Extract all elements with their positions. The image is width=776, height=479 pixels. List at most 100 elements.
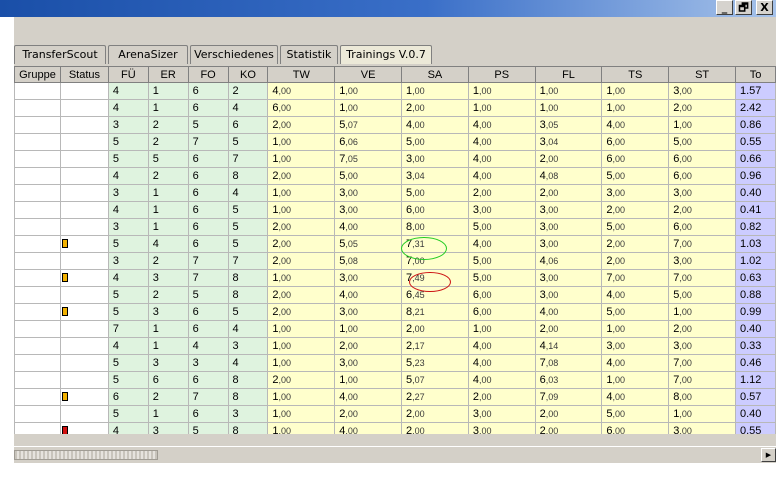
tab-arenasizer[interactable]: ArenaSizer bbox=[108, 45, 188, 64]
cell-status[interactable] bbox=[59, 320, 109, 338]
cell-fo[interactable]: 5 bbox=[187, 422, 229, 434]
cell-to[interactable]: 0.88 bbox=[735, 286, 776, 304]
cell-status[interactable] bbox=[59, 218, 109, 236]
column-header-ko[interactable]: KO bbox=[227, 66, 269, 83]
cell-fl[interactable]: 4,14 bbox=[534, 337, 603, 355]
cell-fo[interactable]: 6 bbox=[187, 99, 229, 117]
cell-sa[interactable]: 1,00 bbox=[401, 82, 469, 100]
cell-ps[interactable]: 6,00 bbox=[467, 286, 536, 304]
cell-fu[interactable]: 5 bbox=[107, 150, 149, 168]
cell-fu[interactable]: 3 bbox=[107, 218, 149, 236]
cell-ve[interactable]: 5,07 bbox=[334, 116, 403, 134]
cell-ts[interactable]: 4,00 bbox=[601, 116, 670, 134]
cell-fl[interactable]: 6,03 bbox=[534, 371, 603, 389]
cell-to[interactable]: 0.57 bbox=[735, 388, 776, 406]
cell-fo[interactable]: 6 bbox=[187, 320, 229, 338]
cell-fl[interactable]: 4,06 bbox=[534, 252, 603, 270]
table-row[interactable]: 6 2 7 8 1,00 4,00 2,27 2,00 7,09 4,00 8,00 0.57 bbox=[14, 388, 776, 406]
cell-to[interactable]: 0.82 bbox=[735, 218, 776, 236]
cell-tw[interactable]: 6,00 bbox=[267, 99, 336, 117]
cell-st[interactable]: 5,00 bbox=[668, 133, 736, 151]
cell-sa[interactable]: 5,23 bbox=[401, 354, 469, 372]
cell-ts[interactable]: 2,00 bbox=[601, 235, 670, 253]
cell-er[interactable]: 2 bbox=[147, 252, 189, 270]
cell-ko[interactable]: 5 bbox=[227, 133, 269, 151]
cell-gruppe[interactable] bbox=[14, 167, 61, 185]
column-header-er[interactable]: ER bbox=[147, 66, 189, 83]
cell-gruppe[interactable] bbox=[14, 371, 61, 389]
cell-fo[interactable]: 7 bbox=[187, 269, 229, 287]
cell-fo[interactable]: 6 bbox=[187, 405, 229, 423]
cell-fu[interactable]: 4 bbox=[107, 337, 149, 355]
cell-ts[interactable]: 6,00 bbox=[601, 422, 670, 434]
cell-ts[interactable]: 6,00 bbox=[601, 150, 670, 168]
cell-fl[interactable]: 1,00 bbox=[534, 99, 603, 117]
cell-ko[interactable]: 8 bbox=[227, 422, 269, 434]
cell-fl[interactable]: 2,00 bbox=[534, 320, 603, 338]
cell-gruppe[interactable] bbox=[14, 82, 61, 100]
cell-st[interactable]: 3,00 bbox=[668, 252, 736, 270]
cell-sa[interactable]: 8,21 bbox=[401, 303, 469, 321]
cell-er[interactable]: 2 bbox=[147, 286, 189, 304]
cell-ve[interactable]: 4,00 bbox=[334, 388, 403, 406]
cell-ko[interactable]: 4 bbox=[227, 320, 269, 338]
cell-fl[interactable]: 4,00 bbox=[534, 303, 603, 321]
table-row[interactable]: 4 1 6 2 4,00 1,00 1,00 1,00 1,00 1,00 3,00 1.57 bbox=[14, 82, 776, 100]
cell-ko[interactable]: 8 bbox=[227, 269, 269, 287]
cell-fo[interactable]: 6 bbox=[187, 201, 229, 219]
cell-er[interactable]: 2 bbox=[147, 167, 189, 185]
cell-er[interactable]: 3 bbox=[147, 422, 189, 434]
cell-st[interactable]: 8,00 bbox=[668, 388, 736, 406]
cell-st[interactable]: 3,00 bbox=[668, 82, 736, 100]
cell-status[interactable] bbox=[59, 252, 109, 270]
cell-ts[interactable]: 1,00 bbox=[601, 99, 670, 117]
cell-gruppe[interactable] bbox=[14, 320, 61, 338]
cell-to[interactable]: 1.57 bbox=[735, 82, 776, 100]
cell-to[interactable]: 0.40 bbox=[735, 184, 776, 202]
cell-tw[interactable]: 1,00 bbox=[267, 201, 336, 219]
table-row[interactable]: 4 3 7 8 1,00 3,00 7,49 5,00 3,00 7,00 7,00 0.63 bbox=[14, 269, 776, 287]
cell-ko[interactable]: 8 bbox=[227, 371, 269, 389]
cell-tw[interactable]: 2,00 bbox=[267, 371, 336, 389]
cell-gruppe[interactable] bbox=[14, 354, 61, 372]
cell-sa[interactable]: 2,00 bbox=[401, 99, 469, 117]
cell-fl[interactable]: 2,00 bbox=[534, 150, 603, 168]
cell-tw[interactable]: 1,00 bbox=[267, 133, 336, 151]
cell-ko[interactable]: 7 bbox=[227, 150, 269, 168]
cell-st[interactable]: 7,00 bbox=[668, 235, 736, 253]
close-button[interactable]: X bbox=[756, 0, 773, 15]
cell-fu[interactable]: 5 bbox=[107, 286, 149, 304]
cell-ts[interactable]: 1,00 bbox=[601, 371, 670, 389]
cell-status[interactable] bbox=[59, 388, 109, 406]
table-row[interactable]: 3 1 6 5 2,00 4,00 8,00 5,00 3,00 5,00 6,00 0.82 bbox=[14, 218, 776, 236]
minimize-button[interactable]: _ bbox=[716, 0, 733, 15]
cell-to[interactable]: 0.96 bbox=[735, 167, 776, 185]
cell-tw[interactable]: 1,00 bbox=[267, 354, 336, 372]
cell-ps[interactable]: 5,00 bbox=[467, 269, 536, 287]
tab-verschiedenes[interactable]: Verschiedenes bbox=[190, 45, 278, 64]
cell-st[interactable]: 1,00 bbox=[668, 303, 736, 321]
cell-ve[interactable]: 3,00 bbox=[334, 303, 403, 321]
cell-status[interactable] bbox=[59, 201, 109, 219]
cell-sa[interactable]: 5,00 bbox=[401, 133, 469, 151]
cell-ko[interactable]: 5 bbox=[227, 201, 269, 219]
cell-ts[interactable]: 4,00 bbox=[601, 354, 670, 372]
cell-ve[interactable]: 7,05 bbox=[334, 150, 403, 168]
cell-ko[interactable]: 3 bbox=[227, 337, 269, 355]
cell-status[interactable] bbox=[59, 150, 109, 168]
cell-gruppe[interactable] bbox=[14, 184, 61, 202]
cell-gruppe[interactable] bbox=[14, 218, 61, 236]
cell-fu[interactable]: 6 bbox=[107, 388, 149, 406]
cell-ps[interactable]: 4,00 bbox=[467, 337, 536, 355]
cell-ps[interactable]: 3,00 bbox=[467, 201, 536, 219]
cell-tw[interactable]: 2,00 bbox=[267, 303, 336, 321]
cell-tw[interactable]: 2,00 bbox=[267, 235, 336, 253]
cell-ve[interactable]: 1,00 bbox=[334, 320, 403, 338]
table-row[interactable]: 4 3 5 8 1,00 4,00 2,00 3,00 2,00 6,00 3,00 0.55 bbox=[14, 422, 776, 434]
table-row[interactable]: 5 3 3 4 1,00 3,00 5,23 4,00 7,08 4,00 7,00 0.46 bbox=[14, 354, 776, 372]
cell-fl[interactable]: 3,00 bbox=[534, 201, 603, 219]
cell-st[interactable]: 7,00 bbox=[668, 354, 736, 372]
cell-fu[interactable]: 3 bbox=[107, 184, 149, 202]
cell-ts[interactable]: 5,00 bbox=[601, 218, 670, 236]
cell-fo[interactable]: 6 bbox=[187, 167, 229, 185]
